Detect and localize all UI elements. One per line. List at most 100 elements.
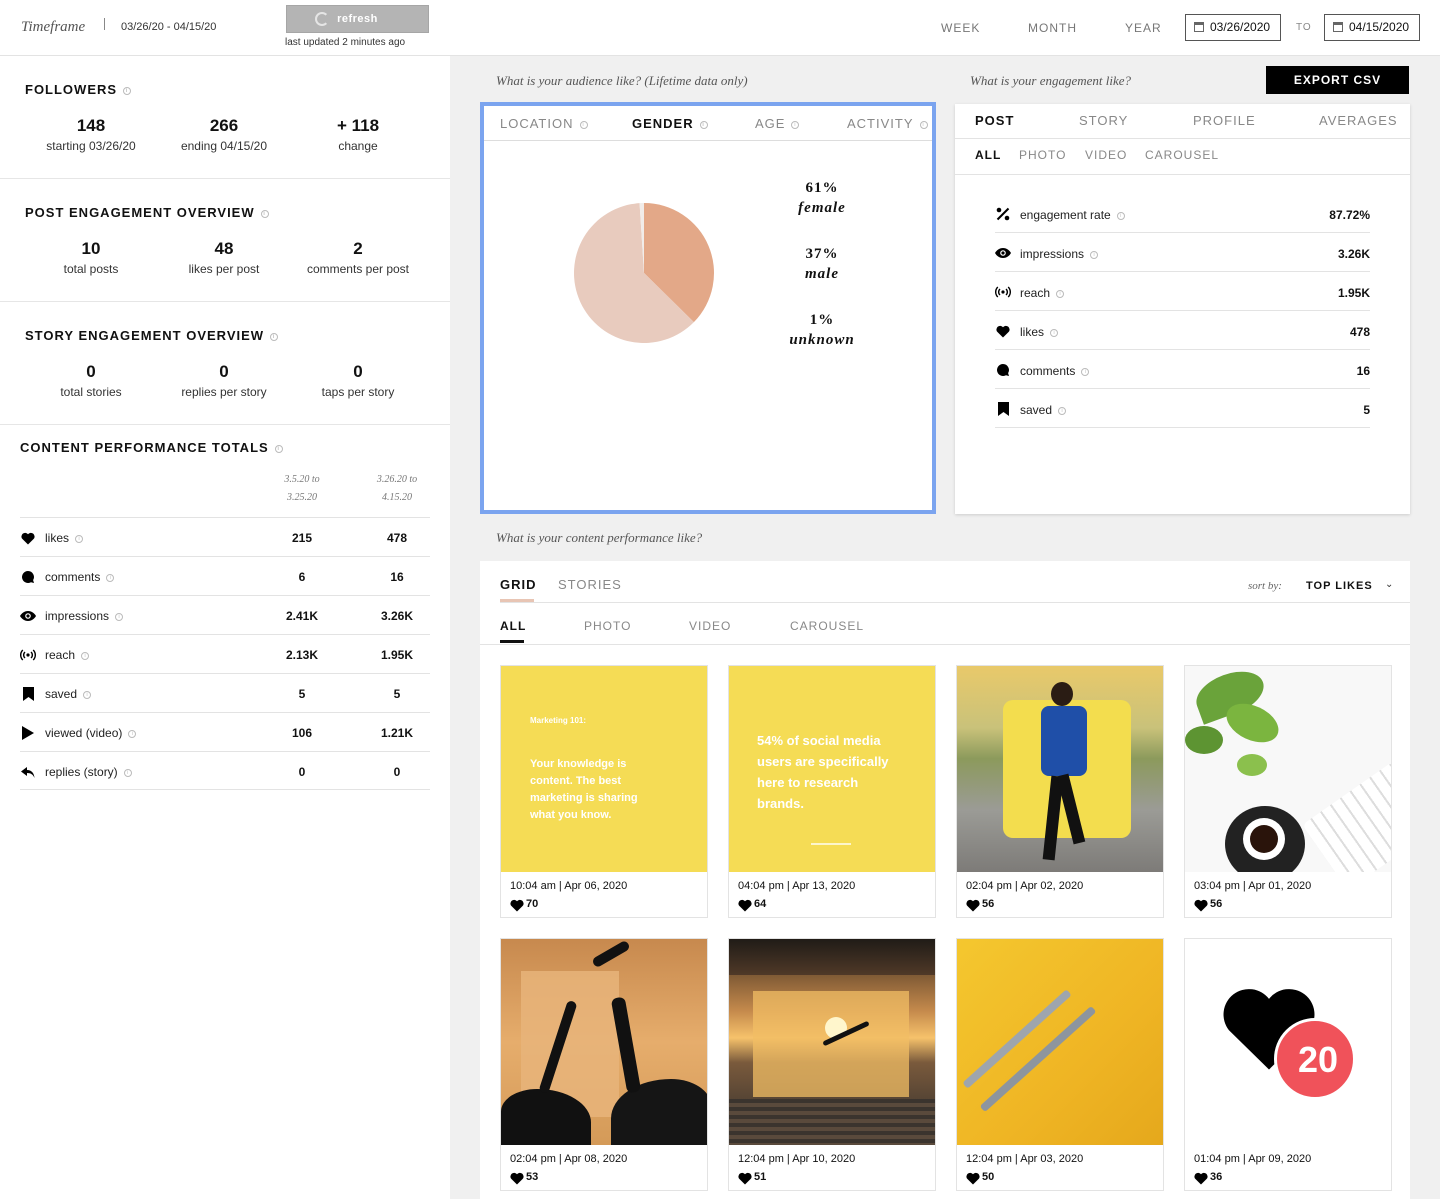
post-tile[interactable]: Marketing 101: Your knowledge is content.… bbox=[500, 665, 708, 918]
end-date-input[interactable]: 04/15/2020 bbox=[1324, 14, 1420, 41]
female-percent: 61% female bbox=[798, 180, 846, 216]
followers-end: 266 ending 04/15/20 bbox=[180, 116, 268, 153]
info-icon[interactable]: i bbox=[75, 534, 84, 543]
post-thumbnail[interactable] bbox=[957, 666, 1163, 872]
post-likes: 56 bbox=[1194, 898, 1222, 912]
previous-value: 2.41K bbox=[285, 609, 319, 623]
info-icon[interactable]: i bbox=[1116, 211, 1125, 220]
post-thumbnail[interactable]: 54% of social media users are specifical… bbox=[729, 666, 935, 872]
info-icon[interactable]: i bbox=[260, 209, 269, 218]
info-icon[interactable]: i bbox=[579, 120, 588, 129]
metric-label: reach i bbox=[45, 648, 90, 662]
post-thumbnail[interactable]: Marketing 101: Your knowledge is content.… bbox=[501, 666, 707, 872]
tab-stories[interactable]: STORIES bbox=[558, 577, 622, 592]
tab-age[interactable]: AGE i bbox=[755, 116, 800, 131]
post-likes: 50 bbox=[966, 1171, 994, 1185]
section-title: POST ENGAGEMENT OVERVIEW i bbox=[25, 205, 269, 220]
tab-location[interactable]: LOCATION i bbox=[500, 116, 588, 131]
previous-value: 215 bbox=[291, 531, 313, 545]
metric-label: impressions i bbox=[1020, 247, 1099, 261]
post-tile[interactable]: 12:04 pm | Apr 03, 2020 50 bbox=[956, 938, 1164, 1191]
followers-section: FOLLOWERS i 148 starting 03/26/20 266 endin… bbox=[0, 56, 450, 179]
current-value: 5 bbox=[393, 687, 401, 701]
previous-value: 2.13K bbox=[285, 648, 319, 662]
metric-label: saved i bbox=[1020, 403, 1067, 417]
post-tile[interactable]: 02:04 pm | Apr 02, 2020 56 bbox=[956, 665, 1164, 918]
period-year-button[interactable]: YEAR bbox=[1125, 21, 1162, 35]
info-icon[interactable]: i bbox=[81, 651, 90, 660]
export-csv-button[interactable]: EXPORT CSV bbox=[1266, 66, 1409, 94]
sort-select[interactable]: TOP LIKES bbox=[1306, 580, 1373, 592]
reply-icon bbox=[20, 764, 36, 780]
tab-story[interactable]: STORY bbox=[1079, 113, 1128, 128]
info-icon[interactable]: i bbox=[1050, 328, 1059, 337]
subtab-video[interactable]: VIDEO bbox=[1085, 148, 1127, 162]
post-thumbnail[interactable]: 20 bbox=[1185, 939, 1391, 1145]
post-thumbnail[interactable] bbox=[501, 939, 707, 1145]
info-icon[interactable]: i bbox=[123, 768, 132, 777]
calendar-icon bbox=[1194, 22, 1204, 32]
left-panel: FOLLOWERS i 148 starting 03/26/20 266 endin… bbox=[0, 56, 450, 1199]
post-tile[interactable]: 54% of social media users are specifical… bbox=[728, 665, 936, 918]
tab-gender[interactable]: GENDER i bbox=[632, 116, 708, 131]
info-icon[interactable]: i bbox=[791, 120, 800, 129]
post-timestamp: 02:04 pm | Apr 08, 2020 bbox=[510, 1153, 628, 1165]
info-icon[interactable]: i bbox=[1056, 289, 1065, 298]
column-header-current: 3.26.20 to 4.15.20 bbox=[376, 474, 418, 503]
subtab-photo[interactable]: PHOTO bbox=[1019, 148, 1066, 162]
comment-icon bbox=[995, 362, 1011, 378]
info-icon[interactable]: i bbox=[83, 690, 92, 699]
subtab-carousel[interactable]: CAROUSEL bbox=[1145, 148, 1219, 162]
post-body-text: Your knowledge is content. The best mark… bbox=[530, 758, 638, 821]
info-icon[interactable]: i bbox=[1058, 406, 1067, 415]
tab-post[interactable]: POST bbox=[975, 113, 1014, 128]
subtab-video[interactable]: VIDEO bbox=[689, 619, 731, 633]
post-timestamp: 12:04 pm | Apr 10, 2020 bbox=[738, 1153, 856, 1165]
period-week-button[interactable]: WEEK bbox=[941, 21, 980, 35]
metric-value: 87.72% bbox=[1329, 208, 1370, 222]
info-icon[interactable]: i bbox=[919, 120, 928, 129]
table-row: likes i 215 478 bbox=[20, 517, 430, 556]
metric-label: likes i bbox=[45, 531, 84, 545]
total-stories: 0 total stories bbox=[60, 362, 122, 399]
current-value: 0 bbox=[393, 765, 401, 779]
refresh-button[interactable]: refresh bbox=[286, 5, 429, 33]
taps-per-story: 0 taps per story bbox=[321, 362, 395, 399]
period-month-button[interactable]: MONTH bbox=[1028, 21, 1077, 35]
post-likes: 56 bbox=[966, 898, 994, 912]
metric-value: 5 bbox=[1363, 403, 1370, 417]
post-thumbnail[interactable] bbox=[957, 939, 1163, 1145]
post-tile[interactable]: 20 01:04 pm | Apr 09, 2020 36 bbox=[1184, 938, 1392, 1191]
info-icon[interactable]: i bbox=[1081, 367, 1090, 376]
post-timestamp: 12:04 pm | Apr 03, 2020 bbox=[966, 1153, 1084, 1165]
tab-profile[interactable]: PROFILE bbox=[1193, 113, 1256, 128]
subtab-carousel[interactable]: CAROUSEL bbox=[790, 619, 864, 633]
info-icon[interactable]: i bbox=[270, 332, 279, 341]
subtab-all[interactable]: ALL bbox=[500, 619, 526, 633]
current-value: 16 bbox=[390, 570, 404, 584]
post-engagement-section: POST ENGAGEMENT OVERVIEW i 10 total posts … bbox=[0, 179, 450, 302]
divider bbox=[955, 138, 1410, 139]
subtab-photo[interactable]: PHOTO bbox=[584, 619, 631, 633]
info-icon[interactable]: i bbox=[1090, 250, 1099, 259]
post-thumbnail[interactable] bbox=[1185, 666, 1391, 872]
info-icon[interactable]: i bbox=[123, 86, 132, 95]
comment-icon bbox=[20, 569, 36, 585]
post-thumbnail[interactable] bbox=[729, 939, 935, 1145]
post-tile[interactable]: 02:04 pm | Apr 08, 2020 53 bbox=[500, 938, 708, 1191]
info-icon[interactable]: i bbox=[115, 612, 124, 621]
info-icon[interactable]: i bbox=[106, 573, 115, 582]
post-tile[interactable]: 12:04 pm | Apr 10, 2020 51 bbox=[728, 938, 936, 1191]
info-icon[interactable]: i bbox=[699, 120, 708, 129]
chevron-down-icon[interactable]: ⌄ bbox=[1385, 579, 1393, 590]
tab-activity[interactable]: ACTIVITY i bbox=[847, 116, 928, 131]
subtab-all[interactable]: ALL bbox=[975, 148, 1001, 162]
post-title-text: Marketing 101: bbox=[530, 716, 587, 725]
post-tile[interactable]: 03:04 pm | Apr 01, 2020 56 bbox=[1184, 665, 1392, 918]
info-icon[interactable]: i bbox=[128, 729, 137, 738]
info-icon[interactable]: i bbox=[274, 444, 283, 453]
tab-averages[interactable]: AVERAGES bbox=[1319, 113, 1398, 128]
metric-row: reach i 1.95K bbox=[995, 272, 1370, 311]
tab-grid[interactable]: GRID bbox=[500, 577, 537, 592]
start-date-input[interactable]: 03/26/2020 bbox=[1185, 14, 1281, 41]
